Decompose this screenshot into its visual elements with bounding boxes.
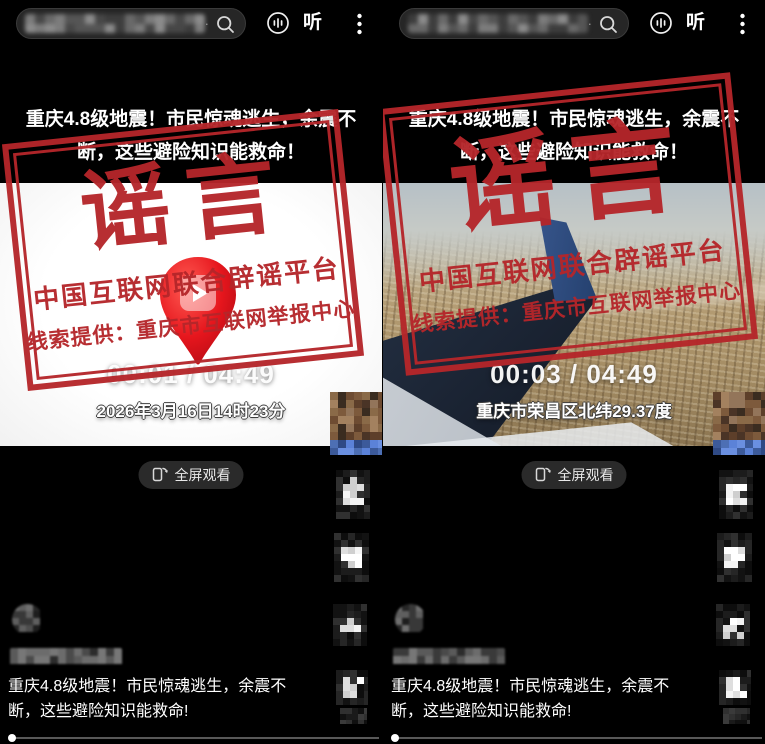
blurred-action-icon[interactable]	[333, 604, 367, 648]
voice-circle-icon[interactable]	[266, 11, 290, 40]
blurred-action-icon[interactable]	[334, 533, 370, 583]
blurred-search-text	[408, 14, 588, 33]
video-overlay-caption: 2026年3月16日14时23分	[0, 397, 382, 422]
seek-bar[interactable]	[393, 737, 762, 739]
rotate-phone-icon	[152, 465, 169, 485]
fullscreen-button[interactable]: 全屏观看	[522, 461, 627, 489]
fullscreen-button[interactable]: 全屏观看	[139, 461, 244, 489]
seek-handle[interactable]	[391, 734, 399, 742]
blurred-uploader-avatar[interactable]	[395, 604, 426, 635]
video-caption: 重庆4.8级地震！市民惊魂逃生，余震不断，这些避险知识能救命!	[8, 674, 310, 724]
blurred-action-label	[723, 708, 750, 724]
seek-bar[interactable]	[10, 737, 379, 739]
blurred-uploader-name[interactable]	[10, 648, 122, 666]
blurred-action-icon[interactable]	[336, 670, 368, 706]
browser-toolbar: · 听	[0, 0, 382, 47]
blurred-uploader-name[interactable]	[393, 648, 505, 666]
blurred-action-icon[interactable]	[717, 533, 753, 583]
blurred-action-label	[340, 708, 367, 724]
video-caption: 重庆4.8级地震！市民惊魂逃生，余震不断，这些避险知识能救命!	[391, 674, 693, 724]
fullscreen-button-label: 全屏观看	[175, 465, 231, 485]
blurred-action-icon[interactable]	[336, 470, 370, 520]
listen-button[interactable]: 听	[303, 12, 322, 34]
browser-toolbar: · 听	[383, 0, 765, 47]
rumor-stamp-big-text: 谣言	[428, 113, 697, 243]
screenshot-right: · 听 重庆4.8级地震！市民惊魂逃生，余震不 断，这些避险知识能救命！	[383, 0, 765, 744]
search-input[interactable]: ·	[16, 8, 246, 39]
seek-handle[interactable]	[8, 734, 16, 742]
search-separator-dot: ·	[205, 16, 209, 31]
rumor-stamp: 谣言 中国互联网联合辟谣平台 线索提供：重庆市互联网举报中心	[2, 109, 364, 391]
kebab-menu-icon[interactable]	[357, 13, 362, 40]
blurred-action-icon[interactable]	[719, 470, 753, 520]
rotate-phone-icon	[535, 465, 552, 485]
listen-button[interactable]: 听	[686, 12, 705, 34]
rumor-stamp-inner-border: 谣言 中国互联网联合辟谣平台 线索提供：重庆市互联网举报中心	[389, 83, 747, 365]
blurred-uploader-avatar[interactable]	[12, 604, 43, 635]
blurred-creator-avatar[interactable]	[330, 392, 382, 455]
blurred-action-icon[interactable]	[716, 604, 750, 648]
search-icon[interactable]	[215, 14, 236, 40]
kebab-menu-icon[interactable]	[740, 13, 745, 40]
fullscreen-button-label: 全屏观看	[558, 465, 614, 485]
blurred-action-icon[interactable]	[719, 670, 751, 706]
two-screenshot-comparison: · 听 重庆4.8级地震！市民惊魂逃生，余震不 断，这些避险知识能救命！	[0, 0, 765, 744]
search-input[interactable]: ·	[399, 8, 629, 39]
search-separator-dot: ·	[588, 16, 592, 31]
screenshot-left: · 听 重庆4.8级地震！市民惊魂逃生，余震不 断，这些避险知识能救命！	[0, 0, 382, 744]
rumor-stamp: 谣言 中国互联网联合辟谣平台 线索提供：重庆市互联网举报中心	[383, 72, 758, 376]
voice-circle-icon[interactable]	[649, 11, 673, 40]
rumor-stamp-inner-border: 谣言 中国互联网联合辟谣平台 线索提供：重庆市互联网举报中心	[13, 120, 353, 380]
search-icon[interactable]	[598, 14, 619, 40]
video-overlay-caption: 重庆市荣昌区北纬29.37度	[383, 397, 765, 422]
blurred-search-text	[25, 14, 205, 33]
rumor-stamp-big-text: 谣言	[60, 148, 296, 260]
blurred-creator-avatar[interactable]	[713, 392, 765, 455]
